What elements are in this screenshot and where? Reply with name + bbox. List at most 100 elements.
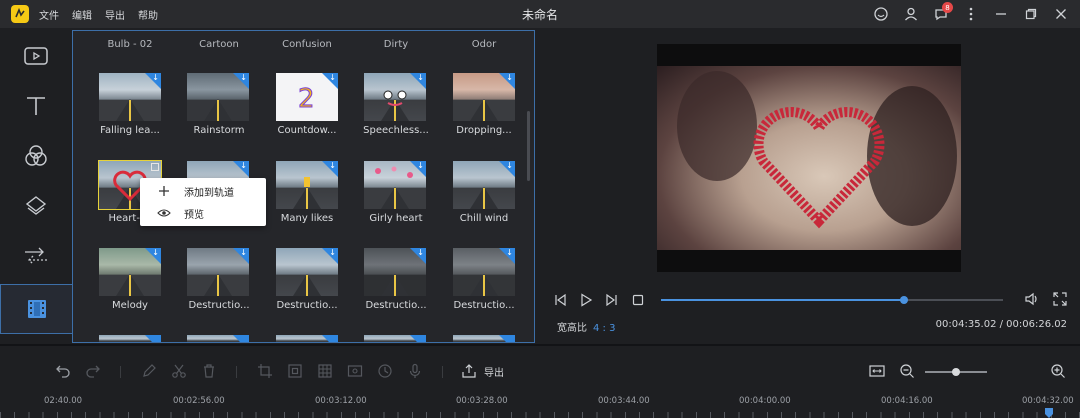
effect-thumbnail[interactable]: ↓ (187, 248, 249, 296)
toolbar-separator (120, 366, 121, 378)
edit-button[interactable] (140, 362, 158, 380)
export-label[interactable]: 导出 (484, 364, 504, 379)
playback-progress[interactable] (661, 296, 1003, 304)
play-button[interactable] (578, 292, 594, 308)
freeze-frame-button[interactable] (346, 362, 364, 380)
category-label: Odor (471, 39, 497, 50)
zoom-slider[interactable] (925, 368, 987, 376)
restore-icon[interactable] (1022, 5, 1040, 23)
zoom-in-icon (1051, 364, 1065, 378)
add-to-track-item[interactable]: 添加到轨道 (140, 181, 266, 201)
minimize-icon[interactable] (992, 5, 1010, 23)
effect-thumbnail[interactable]: ↓ (276, 161, 338, 209)
video-preview[interactable] (657, 44, 961, 272)
preview-panel: 宽高比 4 : 3 00:04:35.02 / 00:06:26.02 (540, 30, 1080, 343)
timecode: 00:04:35.02 / 00:06:26.02 (935, 319, 1067, 330)
ruler-tick-label: 00:04:00.00 (739, 396, 791, 406)
video-frame (657, 66, 961, 250)
cut-button[interactable] (170, 362, 188, 380)
sidebar-media-button[interactable] (0, 31, 72, 81)
film-icon (27, 300, 46, 318)
category-label: Bulb - 02 (107, 39, 153, 50)
next-frame-button[interactable] (604, 292, 620, 308)
context-menu-label: 预览 (184, 209, 204, 221)
timeline-toolbar: 导出 (0, 346, 1080, 398)
effect-thumbnail[interactable] (276, 335, 338, 342)
pencil-icon (143, 364, 156, 377)
menu-file[interactable]: 文件 (39, 7, 59, 22)
sidebar-transition-button[interactable] (0, 231, 72, 281)
effect-thumbnail[interactable]: ↓ (453, 161, 515, 209)
support-icon[interactable] (872, 5, 890, 23)
effect-label: Destructio... (365, 300, 427, 311)
progress-knob[interactable] (899, 296, 908, 304)
stop-icon (632, 294, 644, 306)
undo-icon (56, 365, 70, 378)
voiceover-button[interactable] (406, 362, 424, 380)
zoom-crop-button[interactable] (286, 362, 304, 380)
crop-icon (258, 364, 272, 378)
effect-thumbnail[interactable]: 2 ↓ (276, 73, 338, 121)
ruler-tick-label: 00:04:16.00 (881, 396, 933, 406)
sidebar-effects-button[interactable] (0, 284, 72, 334)
crop-button[interactable] (256, 362, 274, 380)
effect-thumbnail[interactable]: ↓ (453, 248, 515, 296)
eye-icon (156, 208, 172, 218)
stop-button[interactable] (630, 292, 646, 308)
menu-edit[interactable]: 编辑 (72, 7, 92, 22)
effect-thumbnail[interactable]: ↓ (276, 248, 338, 296)
ruler-tick-label: 00:04:32.00 (1022, 396, 1074, 406)
screen-icon (347, 365, 363, 377)
plus-icon (156, 185, 172, 197)
timeline-ruler[interactable]: 02:40.00 00:02:56.00 00:03:12.00 00:03:2… (0, 394, 1080, 418)
effect-thumbnail[interactable]: ↓ (364, 248, 426, 296)
export-button[interactable] (460, 362, 478, 380)
aspect-ratio-label: 宽高比 (557, 323, 587, 334)
redo-button[interactable] (84, 362, 102, 380)
effect-thumbnail[interactable]: ↓ (187, 73, 249, 121)
delete-button[interactable] (200, 362, 218, 380)
app-logo-icon (11, 5, 29, 23)
preview-item[interactable]: 预览 (140, 203, 266, 223)
zoom-out-button[interactable] (898, 362, 916, 380)
library-scrollbar[interactable] (527, 111, 530, 181)
menu-help[interactable]: 帮助 (138, 7, 158, 22)
close-icon[interactable] (1052, 5, 1070, 23)
category-row: Bulb - 02 Cartoon Confusion Dirty Odor (73, 39, 534, 53)
effect-thumbnail[interactable]: ↓ (453, 73, 515, 121)
aspect-ratio[interactable]: 宽高比 4 : 3 (557, 319, 615, 334)
fullscreen-button[interactable] (1052, 291, 1068, 307)
effect-thumbnail[interactable]: ↓ (364, 161, 426, 209)
menu-export[interactable]: 导出 (105, 7, 125, 22)
duration-button[interactable] (376, 362, 394, 380)
effect-thumbnail[interactable]: ↓ (99, 73, 161, 121)
undo-button[interactable] (54, 362, 72, 380)
effect-thumbnail[interactable] (453, 335, 515, 342)
effect-label: Girly heart (369, 213, 423, 224)
effect-thumbnail[interactable] (99, 335, 161, 342)
mosaic-button[interactable] (316, 362, 334, 380)
fullscreen-icon (1053, 292, 1067, 306)
effect-thumbnail[interactable] (187, 335, 249, 342)
sidebar-filter-button[interactable] (0, 131, 72, 181)
notification-icon[interactable]: 8 (932, 2, 953, 23)
ruler-ticks (0, 412, 1080, 418)
ruler-tick-label: 02:40.00 (44, 396, 83, 406)
zoom-in-button[interactable] (1049, 362, 1067, 380)
menu-bar: 文件 编辑 导出 帮助 (39, 7, 171, 22)
effect-thumbnail[interactable]: ↓ (364, 73, 426, 121)
effect-thumbnail[interactable]: ↓ (99, 248, 161, 296)
aspect-ratio-value[interactable]: 4 : 3 (593, 323, 615, 334)
user-icon[interactable] (902, 5, 920, 23)
effect-thumbnail[interactable] (364, 335, 426, 342)
effect-label: Falling lea... (100, 125, 160, 136)
add-icon[interactable] (151, 163, 159, 171)
sidebar-overlay-button[interactable] (0, 181, 72, 231)
zoom-slider-knob[interactable] (952, 368, 960, 376)
more-icon[interactable] (962, 5, 980, 23)
sidebar-text-button[interactable] (0, 81, 72, 131)
previous-frame-button[interactable] (552, 292, 568, 308)
effect-label: Dropping... (456, 125, 512, 136)
fit-timeline-button[interactable] (868, 362, 886, 380)
volume-button[interactable] (1024, 291, 1040, 307)
